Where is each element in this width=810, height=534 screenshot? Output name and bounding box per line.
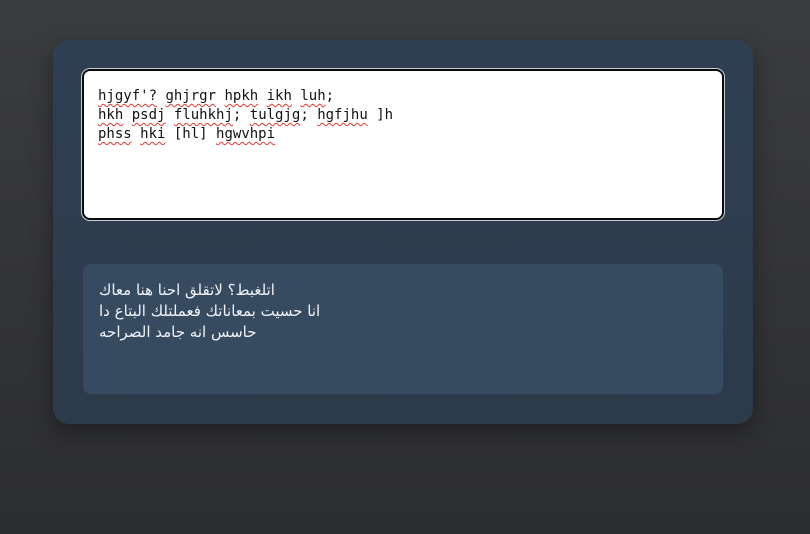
input-sep: ; [232, 107, 250, 123]
input-word: hpkh [224, 88, 259, 104]
input-line-3: phss hki [hl] hgwvhpi [98, 125, 722, 144]
input-sep: ]h [367, 107, 394, 123]
input-line-1: hjgyf'? ghjrgr hpkh ikh luh; [98, 87, 722, 106]
input-word: psdj [131, 107, 166, 123]
input-sep [132, 126, 140, 142]
input-sep [165, 107, 173, 123]
input-word: hgfjhu [317, 107, 368, 123]
input-word: phss [98, 126, 132, 142]
input-word: fluhkhj [173, 107, 233, 123]
input-sep: ; [300, 107, 318, 123]
output-line-2: انا حسيت بمعاناتك فعملتلك البتاع دا [99, 302, 321, 320]
input-sep [123, 107, 131, 123]
input-word: hkh [98, 107, 124, 123]
input-word: hki [140, 126, 166, 142]
output-line-1: اتلغبط؟ لاتقلق احنا هنا معاك [99, 281, 275, 299]
input-line-2: hkh psdj fluhkhj; tulgjg; hgfjhu ]h [98, 106, 722, 125]
input-word: hjgyf'? [98, 88, 158, 104]
input-word: tulgjg [249, 107, 301, 123]
source-text-input[interactable]: hjgyf'? ghjrgr hpkh ikh luh; hkh psdj fl… [82, 69, 724, 220]
input-sep: ; [325, 88, 335, 104]
input-sep: [hl] [165, 126, 217, 142]
output-line-3: حاسس انه جامد الصراحه [99, 323, 257, 341]
input-word: ikh [266, 88, 292, 104]
converter-card: hjgyf'? ghjrgr hpkh ikh luh; hkh psdj fl… [53, 40, 753, 424]
input-word: luh [300, 88, 326, 104]
input-sep [258, 88, 266, 104]
input-word: ghjrgr [165, 88, 217, 104]
input-word: hgwvhpi [216, 126, 276, 142]
converted-text-output: اتلغبط؟ لاتقلق احنا هنا معاك انا حسيت بم… [83, 264, 723, 394]
